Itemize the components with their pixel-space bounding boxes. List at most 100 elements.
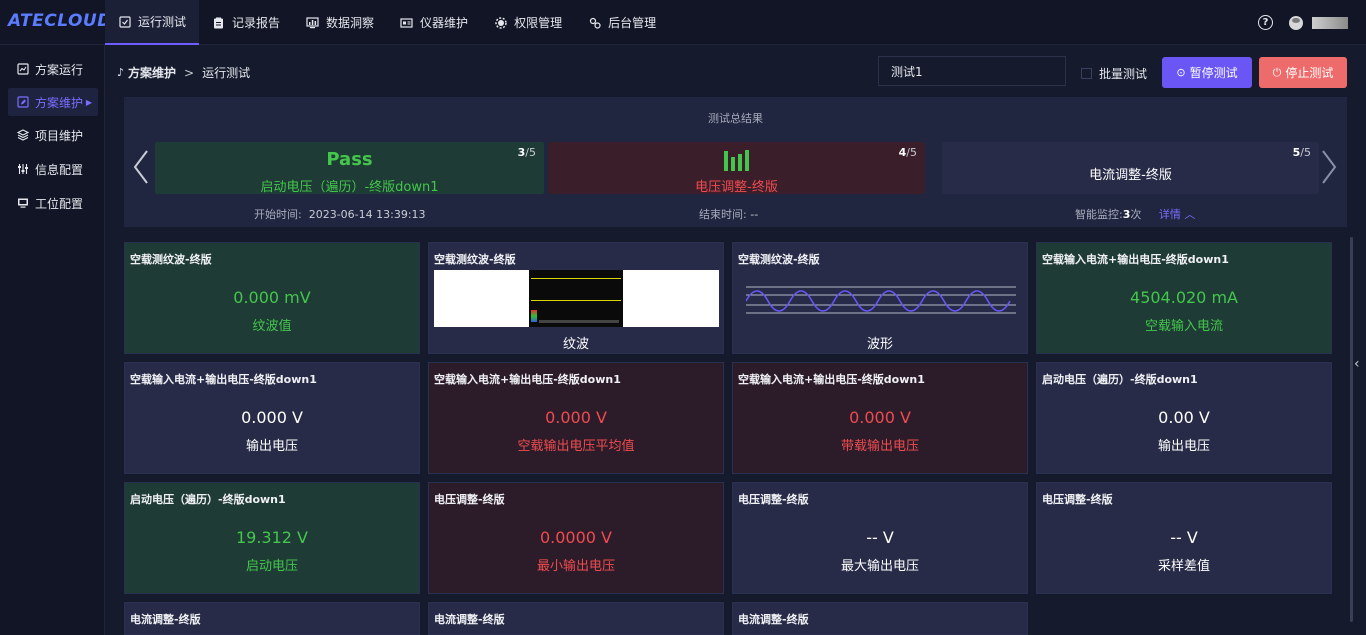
result-card[interactable]: 空载测纹波-终版 波形 — [732, 242, 1028, 354]
result-card[interactable]: 电流调整-终版 — [124, 602, 420, 635]
app-logo[interactable]: ATECLOUD — [8, 11, 112, 31]
summary-card-running[interactable]: 4/5 电压调整-终版 — [548, 142, 925, 195]
end-time: 结束时间: -- — [699, 208, 759, 221]
avatar[interactable] — [1289, 15, 1303, 30]
sidebar-item-plan-run[interactable]: 方案运行 — [8, 55, 98, 83]
start-time: 开始时间: 2023-06-14 13:39:13 — [254, 208, 426, 221]
result-label: 带载输出电压 — [840, 439, 919, 454]
result-card[interactable]: 空载测纹波-终版 纹波 — [428, 242, 724, 354]
test-name-input[interactable] — [878, 56, 1066, 86]
stop-test-button[interactable]: ⏻ 停止测试 — [1259, 57, 1347, 88]
result-card[interactable]: 电压调整-终版 0.0000 V 最小输出电压 — [428, 482, 724, 594]
summary-card-name: 电流调整-终版 — [1089, 168, 1172, 183]
tab-instrument[interactable]: 仪器维护 — [387, 0, 481, 45]
sidebar: 方案运行 方案维护 ▶ 项目维护 信息配置 工位配置 — [0, 45, 105, 635]
result-label: 输出电压 — [1157, 439, 1210, 454]
tab-label: 记录报告 — [232, 16, 281, 30]
chevron-right-icon[interactable] — [1321, 149, 1337, 185]
result-label: 空载输入电流 — [1144, 319, 1223, 334]
result-label: 波形 — [866, 337, 893, 352]
scrollbar-thumb[interactable] — [1350, 237, 1353, 622]
sidebar-item-label: 方案维护 — [35, 95, 84, 110]
tab-label: 仪器维护 — [420, 16, 469, 30]
oscilloscope-screenshot[interactable] — [434, 270, 719, 327]
batch-test-option[interactable]: 批量测试 — [1081, 65, 1147, 82]
breadcrumb-parent[interactable]: 方案维护 — [128, 64, 176, 81]
chevron-up-icon: ︿ — [1184, 208, 1196, 221]
report-icon — [212, 16, 225, 29]
edit-icon — [16, 96, 29, 109]
summary-panel: 测试总结果 3/5 Pass 启动电压（遍历）-终版down1 4/5 电压调整… — [124, 97, 1347, 227]
tab-data-insight[interactable]: 数据洞察 — [293, 0, 387, 45]
summary-card-name: 电压调整-终版 — [695, 180, 778, 195]
result-value: -- V — [866, 528, 894, 547]
result-card[interactable]: 空载输入电流+输出电压-终版down1 0.000 V 空载输出电压平均值 — [428, 362, 724, 474]
summary-card-name: 启动电压（遍历）-终版down1 — [260, 180, 439, 195]
smart-monitor: 智能监控:3次 详情 ︿ — [1075, 208, 1196, 221]
result-value: 0.00 V — [1158, 408, 1210, 427]
tab-label: 权限管理 — [514, 16, 563, 30]
pause-test-label: 暂停测试 — [1189, 66, 1238, 80]
result-card[interactable]: 电压调整-终版 -- V 最大输出电压 — [732, 482, 1028, 594]
chevron-left-icon[interactable] — [133, 149, 149, 185]
result-label: 输出电压 — [245, 439, 298, 454]
collapse-panel-icon[interactable]: ‹ — [1354, 356, 1364, 380]
result-label: 纹波值 — [252, 319, 292, 334]
result-card[interactable]: 电流调整-终版 — [428, 602, 724, 635]
sidebar-item-label: 方案运行 — [35, 62, 84, 77]
step-counter: 5/5 — [1292, 146, 1311, 159]
result-value: 19.312 V — [235, 528, 308, 547]
waveform-plot[interactable] — [746, 283, 1016, 319]
result-label: 空载输出电压平均值 — [517, 439, 635, 454]
breadcrumb: ♪ 方案维护 > 运行测试 — [117, 64, 250, 81]
result-card[interactable]: 启动电压（遍历）-终版down1 19.312 V 启动电压 — [124, 482, 420, 594]
result-label: 采样差值 — [1157, 559, 1210, 574]
pass-status: Pass — [326, 149, 373, 170]
data-insight-icon — [306, 16, 319, 29]
result-value: 0.000 V — [849, 408, 911, 427]
tab-label: 数据洞察 — [326, 16, 375, 30]
result-card[interactable]: 启动电压（遍历）-终版down1 0.00 V 输出电压 — [1036, 362, 1332, 474]
result-value: 4504.020 mA — [1130, 288, 1238, 307]
monitor-icon — [16, 197, 29, 210]
result-label: 最大输出电压 — [840, 559, 919, 574]
sliders-icon — [16, 163, 29, 176]
summary-card-pass[interactable]: 3/5 Pass 启动电压（遍历）-终版down1 — [155, 142, 544, 195]
stop-test-label: 停止测试 — [1285, 66, 1334, 80]
power-icon: ⏻ — [1272, 65, 1282, 79]
pause-test-button[interactable]: ⊙ 暂停测试 — [1162, 57, 1252, 88]
sidebar-item-station-config[interactable]: 工位配置 — [8, 189, 98, 217]
sidebar-item-info-config[interactable]: 信息配置 — [8, 155, 98, 183]
top-right-tools: ? — [1258, 0, 1366, 45]
tab-run-test[interactable]: 运行测试 — [105, 0, 200, 45]
help-icon[interactable]: ? — [1258, 15, 1273, 30]
breadcrumb-current: 运行测试 — [202, 66, 251, 80]
caret-right-icon: ▶ — [85, 97, 92, 107]
result-card[interactable]: 空载输入电流+输出电压-终版down1 0.000 V 带载输出电压 — [732, 362, 1028, 474]
result-card[interactable]: 空载输入电流+输出电压-终版down1 4504.020 mA 空载输入电流 — [1036, 242, 1332, 354]
sidebar-item-label: 项目维护 — [35, 128, 84, 143]
result-value: 0.000 V — [241, 408, 303, 427]
username-redacted[interactable] — [1312, 16, 1348, 29]
pause-circle-icon: ⊙ — [1176, 66, 1186, 79]
result-card[interactable]: 空载测纹波-终版 0.000 mV 纹波值 — [124, 242, 420, 354]
chevron-right-icon: > — [184, 65, 195, 80]
summary-title: 测试总结果 — [708, 112, 763, 125]
run-test-icon — [118, 15, 131, 28]
layers-icon — [16, 129, 29, 142]
tab-admin[interactable]: 后台管理 — [575, 0, 669, 45]
summary-card-pending[interactable]: 5/5 电流调整-终版 — [942, 142, 1319, 194]
tab-record-report[interactable]: 记录报告 — [199, 0, 293, 45]
tab-permission[interactable]: 权限管理 — [481, 0, 575, 45]
result-value: 0.000 V — [545, 408, 607, 427]
result-card[interactable]: 电流调整-终版 — [732, 602, 1028, 635]
result-card[interactable]: 电压调整-终版 -- V 采样差值 — [1036, 482, 1332, 594]
admin-icon — [588, 16, 601, 29]
sidebar-item-project-maintain[interactable]: 项目维护 — [8, 121, 98, 149]
batch-test-checkbox[interactable] — [1081, 68, 1092, 79]
top-nav: 运行测试 记录报告 数据洞察 仪器维护 权限管理 后台管理 — [105, 0, 669, 45]
result-card[interactable]: 空载输入电流+输出电压-终版down1 0.000 V 输出电压 — [124, 362, 420, 474]
result-label: 纹波 — [562, 337, 589, 352]
detail-link[interactable]: 详情 ︿ — [1159, 208, 1196, 221]
sidebar-item-plan-maintain[interactable]: 方案维护 ▶ — [8, 88, 98, 116]
